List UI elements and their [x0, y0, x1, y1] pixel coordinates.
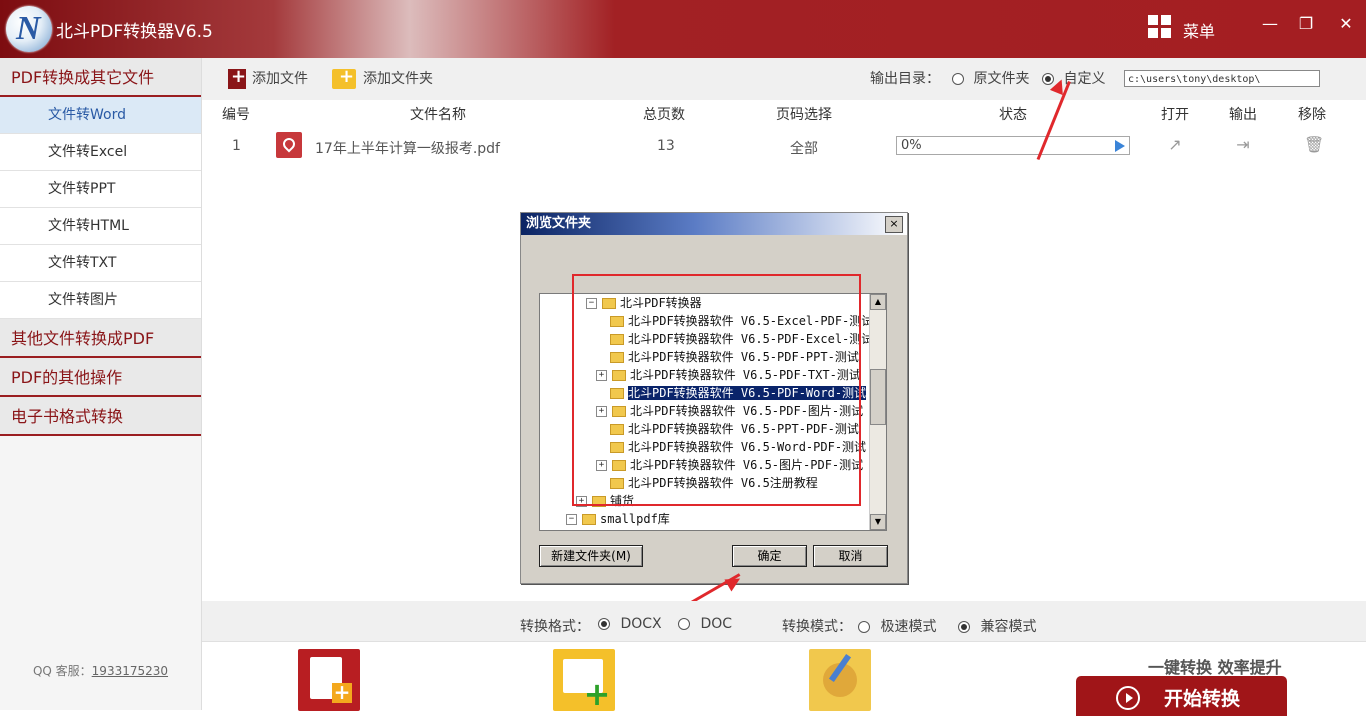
format-doc-label: DOC [700, 616, 733, 632]
col-filename: 文件名称 [410, 107, 466, 123]
add-file-large-icon[interactable]: + [298, 649, 360, 711]
progress-text: 0% [901, 138, 922, 153]
progress-bar: 0% [896, 136, 1130, 155]
sidebar-item-to-txt[interactable]: 文件转TXT [0, 245, 201, 282]
scroll-up-icon[interactable]: ▲ [870, 294, 886, 310]
col-open: 打开 [1161, 107, 1189, 123]
format-doc-option[interactable]: DOC [678, 616, 732, 632]
restore-icon[interactable]: ❐ [1294, 12, 1318, 36]
format-label: 转换格式： [520, 619, 590, 635]
mode-fast-label: 极速模式 [880, 619, 937, 635]
col-index: 编号 [222, 107, 250, 123]
start-play-icon [1116, 686, 1140, 710]
bottom-actions: + + 一键转换 效率提升 开始转换 [202, 641, 1366, 716]
sidebar-item-to-image[interactable]: 文件转图片 [0, 282, 201, 319]
radio-docx[interactable] [598, 618, 610, 630]
table-row[interactable]: 1 17年上半年计算一级报考.pdf 13 全部 0% ↗ ⇥ 🗑 [202, 130, 1366, 164]
format-bar: 转换格式： DOCX DOC 转换模式： 极速模式 兼容模式 [202, 601, 1366, 641]
output-original-label: 原文件夹 [973, 71, 1030, 87]
radio-compat[interactable] [958, 621, 970, 633]
add-file-button[interactable]: 添加文件 [228, 66, 328, 90]
add-folder-large-icon[interactable]: + [553, 649, 615, 711]
add-file-icon [228, 66, 246, 89]
menu-button[interactable]: 菜单 [1183, 18, 1215, 42]
row-pages: 13 [657, 138, 675, 154]
add-folder-button[interactable]: 添加文件夹 [332, 66, 452, 90]
start-convert-button[interactable]: 开始转换 [1076, 676, 1287, 716]
output-dir-label: 输出目录： [870, 71, 940, 87]
app-logo-icon [6, 6, 52, 52]
col-output: 输出 [1229, 107, 1257, 123]
annotation-highlight-box [572, 274, 861, 506]
open-external-icon[interactable]: ↗ [1166, 136, 1184, 154]
slogan: 一键转换 效率提升 [1148, 658, 1282, 677]
radio-original[interactable] [952, 73, 964, 85]
collapse-icon[interactable]: − [566, 514, 577, 525]
col-pages: 总页数 [643, 107, 685, 123]
file-table-header: 编号 文件名称 总页数 页码选择 状态 打开 输出 移除 [202, 100, 1366, 123]
scroll-down-icon[interactable]: ▼ [870, 514, 886, 530]
sidebar-section-other-to-pdf[interactable]: 其他文件转换成PDF [0, 319, 201, 358]
sidebar-item-to-excel[interactable]: 文件转Excel [0, 134, 201, 171]
toolbar: 添加文件 添加文件夹 输出目录： 原文件夹 自定义 c:\users\tony\… [202, 58, 1366, 100]
pdf-file-icon [276, 132, 302, 158]
start-convert-label: 开始转换 [1164, 688, 1241, 710]
trash-icon[interactable]: 🗑 [1304, 136, 1324, 154]
title-bar: 北斗PDF转换器V6.5 菜单 — ❐ ✕ [0, 0, 1366, 58]
mode-label: 转换模式： [782, 619, 852, 635]
sidebar-section-pdf-to-other[interactable]: PDF转换成其它文件 [0, 58, 201, 97]
col-status: 状态 [999, 107, 1027, 123]
play-icon[interactable] [1115, 140, 1125, 152]
output-folder-icon[interactable]: ⇥ [1234, 136, 1252, 154]
output-original-option[interactable]: 原文件夹 [952, 68, 1029, 90]
row-index: 1 [232, 138, 241, 154]
new-folder-button[interactable]: 新建文件夹(M) [539, 545, 643, 567]
menu-grid-icon[interactable] [1148, 15, 1172, 39]
tree-item-label: smallpdf库 [600, 512, 670, 526]
format-docx-label: DOCX [620, 616, 662, 632]
radio-fast[interactable] [858, 621, 870, 633]
qq-label: QQ 客服： [32, 664, 92, 678]
col-remove: 移除 [1298, 107, 1326, 123]
ok-button[interactable]: 确定 [732, 545, 807, 567]
tree-scrollbar[interactable]: ▲ ▼ [869, 294, 886, 530]
tree-item[interactable]: − smallpdf库 [566, 510, 670, 528]
mode-compat-label: 兼容模式 [980, 619, 1037, 635]
clear-list-broom-icon[interactable] [809, 649, 871, 711]
sidebar-item-to-ppt[interactable]: 文件转PPT [0, 171, 201, 208]
scroll-thumb[interactable] [870, 369, 886, 425]
add-folder-icon [332, 66, 356, 89]
app-title: 北斗PDF转换器V6.5 [56, 22, 213, 42]
mode-compat-option[interactable]: 兼容模式 [958, 616, 1036, 636]
sidebar-section-ebook[interactable]: 电子书格式转换 [0, 397, 201, 436]
radio-doc[interactable] [678, 618, 690, 630]
minimize-icon[interactable]: — [1258, 12, 1282, 36]
col-page-select: 页码选择 [776, 107, 832, 123]
folder-icon [582, 514, 596, 525]
format-docx-option[interactable]: DOCX [598, 616, 662, 632]
sidebar-section-pdf-other-ops[interactable]: PDF的其他操作 [0, 358, 201, 397]
output-path-field[interactable]: c:\users\tony\desktop\ [1124, 70, 1320, 87]
row-page-select[interactable]: 全部 [790, 138, 818, 158]
cancel-button[interactable]: 取消 [813, 545, 888, 567]
qq-support: QQ 客服：1933175230 [0, 662, 201, 679]
close-icon[interactable]: ✕ [1334, 12, 1358, 36]
qq-number-link[interactable]: 1933175230 [92, 664, 168, 678]
sidebar-item-to-html[interactable]: 文件转HTML [0, 208, 201, 245]
row-filename: 17年上半年计算一级报考.pdf [315, 141, 500, 157]
add-folder-label: 添加文件夹 [363, 71, 433, 87]
sidebar: PDF转换成其它文件 文件转Word 文件转Excel 文件转PPT 文件转HT… [0, 58, 202, 710]
sidebar-item-to-word[interactable]: 文件转Word [0, 97, 201, 134]
mode-fast-option[interactable]: 极速模式 [858, 616, 936, 636]
dialog-close-icon[interactable]: × [885, 216, 903, 233]
dialog-title: 浏览文件夹 [521, 213, 907, 235]
add-file-label: 添加文件 [252, 71, 308, 87]
